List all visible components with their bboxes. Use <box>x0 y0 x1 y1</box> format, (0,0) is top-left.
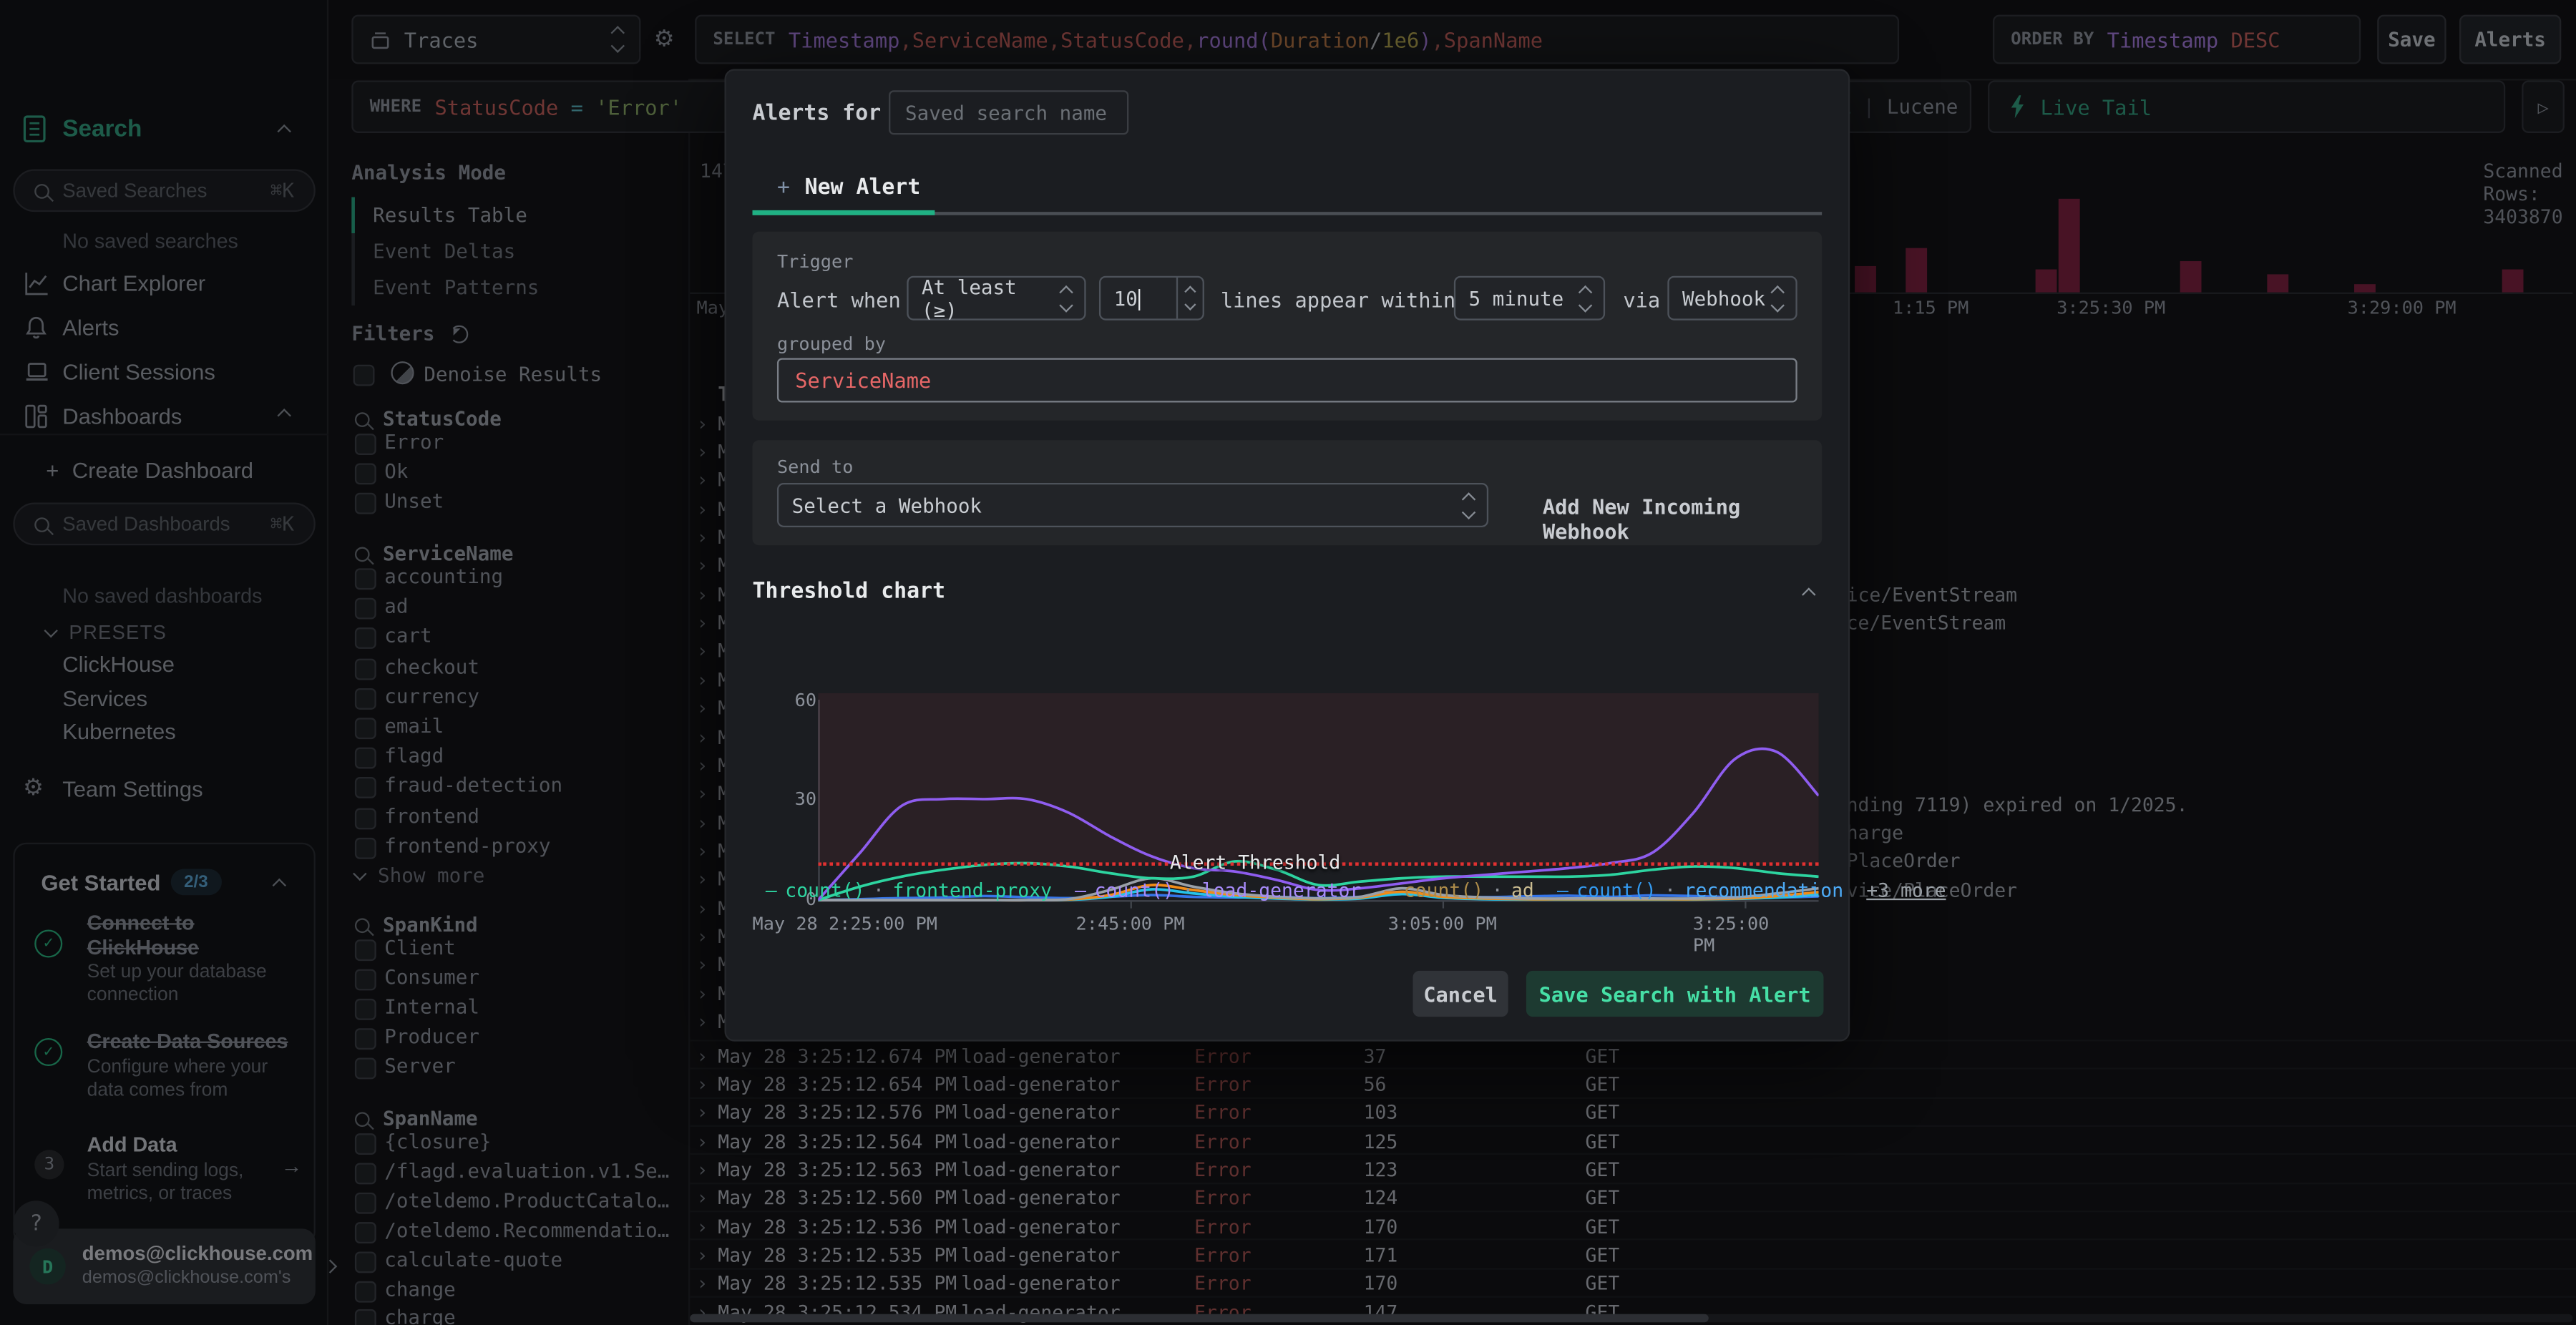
hyperdx-app: HyperDX Traces ⚙ SELECT Timestamp,Servic… <box>0 0 2576 1325</box>
save-search-with-alert-button[interactable]: Save Search with Alert <box>1526 970 1824 1017</box>
x-tick-0: May 28 2:25:00 PM <box>752 913 938 935</box>
grouped-by-label: grouped by <box>776 333 887 355</box>
x-tick-1: 2:45:00 PM <box>1075 913 1185 935</box>
tab-active-indicator <box>752 210 935 215</box>
grouped-by-value: ServiceName <box>795 368 932 393</box>
alert-when-label: Alert when <box>776 287 901 313</box>
alerts-modal: Alerts for Saved search name + New Alert… <box>724 69 1946 1042</box>
send-to-panel: Send to Select a Webhook Add New Incomin… <box>752 440 1823 546</box>
threshold-chart-title: Threshold chart <box>752 580 946 605</box>
x-tick-3: 3:25:00 PM <box>1692 913 1770 957</box>
webhook-select[interactable]: Select a Webhook <box>776 482 1489 527</box>
condition-select[interactable]: At least (≥) <box>907 275 1086 321</box>
trigger-title: Trigger <box>776 251 854 273</box>
threshold-label: Alert Threshold <box>1169 851 1341 874</box>
threshold-value-input[interactable]: 10 <box>1098 275 1204 321</box>
number-spinner[interactable] <box>1176 278 1203 319</box>
x-tick-2: 3:05:00 PM <box>1387 913 1497 935</box>
send-to-label: Send to <box>776 456 854 479</box>
legend-item[interactable]: — count() · recommendation <box>1557 879 1843 901</box>
plus-icon: + <box>776 175 790 201</box>
trigger-panel: Trigger Alert when At least (≥) 10 lines… <box>752 231 1823 421</box>
text-caret <box>1139 288 1141 310</box>
grouped-by-input[interactable]: ServiceName <box>776 358 1797 403</box>
saved-search-name-input[interactable]: Saved search name <box>889 90 1129 135</box>
cancel-button[interactable]: Cancel <box>1413 970 1508 1017</box>
legend-item[interactable]: — count() · ad <box>1384 879 1533 901</box>
lines-appear-label: lines appear within <box>1220 287 1456 313</box>
tab-new-alert[interactable]: + New Alert <box>777 176 920 200</box>
y-tick-60: 60 <box>794 690 817 712</box>
legend-item[interactable]: — count() · frontend-proxy <box>766 879 1052 901</box>
via-label: via <box>1623 287 1661 313</box>
series-line <box>818 747 1819 901</box>
window-select[interactable]: 5 minute <box>1453 275 1606 321</box>
channel-select[interactable]: Webhook <box>1667 275 1797 321</box>
y-tick-30: 30 <box>794 788 817 810</box>
chart-legend: — count() · frontend-proxy — count() · load-gen… <box>766 879 1946 901</box>
saved-search-name-placeholder: Saved search name <box>905 101 1108 124</box>
modal-title: Alerts for <box>752 102 882 127</box>
legend-more-button[interactable]: +3 more <box>1866 879 1946 901</box>
legend-item[interactable]: — count() · load-generator <box>1075 879 1361 901</box>
chart-collapse-icon[interactable] <box>1802 587 1816 602</box>
add-webhook-button[interactable]: Add New Incoming Webhook <box>1543 494 1822 544</box>
